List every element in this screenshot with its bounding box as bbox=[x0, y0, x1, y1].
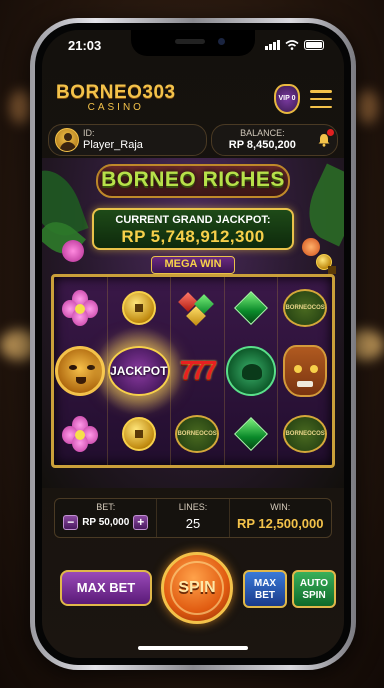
jackpot-label: CURRENT GRAND JACKPOT: bbox=[115, 214, 271, 226]
reel-cell bbox=[54, 277, 108, 340]
balance-box[interactable]: BALANCE: RP 8,450,200 bbox=[210, 124, 338, 156]
lines-value: 25 bbox=[185, 516, 201, 531]
bet-stepper: − RP 50,000 + bbox=[55, 515, 156, 530]
phone-screen: 21:03 BORNEO303 CASINO VIP 0 ID: Player_… bbox=[42, 30, 344, 658]
gold-coin-icon bbox=[121, 416, 156, 451]
app-header: BORNEO303 CASINO VIP 0 bbox=[42, 78, 344, 122]
signal-icon bbox=[265, 40, 280, 50]
bet-value: RP 50,000 bbox=[82, 517, 130, 528]
emerald-icon bbox=[233, 416, 268, 451]
lines-label: LINES: bbox=[178, 502, 208, 512]
grand-jackpot-panel: CURRENT GRAND JACKPOT: RP 5,748,912,300 bbox=[92, 208, 294, 250]
orchid-flower-decoration bbox=[302, 238, 320, 256]
auto-spin-button[interactable]: AUTO SPIN bbox=[292, 570, 336, 608]
avatar-icon bbox=[55, 128, 79, 152]
phone-notch bbox=[131, 30, 255, 56]
phone-bezel: 21:03 BORNEO303 CASINO VIP 0 ID: Player_… bbox=[35, 23, 351, 665]
balance-label: BALANCE: bbox=[240, 128, 285, 138]
gems-icon bbox=[178, 291, 215, 327]
reel-cell bbox=[225, 277, 279, 340]
orchid-flower-decoration bbox=[62, 240, 84, 262]
vip-badge-icon[interactable]: VIP 0 bbox=[274, 84, 300, 114]
reel-cell bbox=[225, 339, 279, 403]
emerald-icon bbox=[233, 291, 268, 326]
reel-cell bbox=[225, 402, 279, 465]
brand-logo[interactable]: BORNEO303 CASINO bbox=[56, 82, 176, 113]
reel-cell: BORNEOCOS bbox=[278, 277, 332, 340]
hamburger-menu-icon[interactable] bbox=[310, 90, 332, 108]
reel-cell bbox=[278, 340, 332, 403]
bet-increase-button[interactable]: + bbox=[133, 515, 149, 530]
orchid-icon bbox=[62, 415, 99, 452]
player-info-bar: ID: Player_Raja BALANCE: RP 8,450,200 bbox=[48, 124, 338, 156]
gold-coin-decoration bbox=[316, 254, 336, 274]
triple-seven-icon: 777 bbox=[179, 355, 217, 386]
jackpot-icon: JACKPOT bbox=[107, 345, 170, 396]
lines-control[interactable]: LINES: 25 bbox=[157, 499, 230, 537]
player-id-label: ID: bbox=[83, 128, 95, 138]
reel-cell bbox=[108, 402, 171, 465]
mega-win-banner: MEGA WIN bbox=[151, 256, 235, 274]
orchid-icon bbox=[62, 290, 99, 327]
wifi-icon bbox=[285, 40, 299, 50]
reel-cell: BORNEOCOS bbox=[171, 402, 225, 465]
win-label: WIN: bbox=[270, 502, 291, 512]
reel-cell bbox=[54, 402, 108, 465]
player-id-box[interactable]: ID: Player_Raja bbox=[48, 124, 207, 156]
dragon-icon bbox=[225, 345, 276, 396]
reel-cell: 777 bbox=[171, 339, 225, 403]
gold-coin-icon bbox=[121, 291, 156, 326]
game-title: BORNEO RICHES bbox=[101, 168, 285, 191]
reel-cell: BORNEOCOS bbox=[278, 402, 332, 465]
spin-button[interactable]: SPIN bbox=[161, 552, 233, 624]
jackpot-value: RP 5,748,912,300 bbox=[121, 227, 265, 246]
scatter-icon: BORNEOCOS bbox=[283, 289, 328, 328]
status-time: 21:03 bbox=[68, 38, 102, 53]
tribal-mask-icon bbox=[283, 344, 328, 397]
win-display: WIN: RP 12,500,000 bbox=[230, 499, 331, 537]
home-indicator[interactable] bbox=[138, 646, 248, 650]
player-id-value: Player_Raja bbox=[83, 139, 143, 151]
balance-value: RP 8,450,200 bbox=[228, 139, 296, 151]
reel-cell: JACKPOT bbox=[93, 325, 184, 416]
battery-icon bbox=[304, 40, 324, 50]
bet-label: BET: bbox=[96, 502, 116, 512]
phone-frame: 21:03 BORNEO303 CASINO VIP 0 ID: Player_… bbox=[30, 18, 356, 670]
scatter-icon: BORNEOCOS bbox=[283, 414, 328, 453]
reel-cell bbox=[171, 277, 225, 340]
slot-reels[interactable]: BORNEOCOS JACKPOT 777 BORNEOCOS BORNEOCO… bbox=[51, 274, 335, 468]
brand-name: BORNEO303 bbox=[56, 82, 176, 103]
max-bet-small-button[interactable]: MAX BET bbox=[243, 570, 287, 608]
slot-game-area: BORNEO RICHES CURRENT GRAND JACKPOT: RP … bbox=[42, 158, 344, 488]
max-bet-button[interactable]: MAX BET bbox=[60, 570, 152, 606]
bet-decrease-button[interactable]: − bbox=[63, 515, 79, 530]
bet-control: BET: − RP 50,000 + bbox=[55, 499, 158, 537]
action-buttons: MAX BET SPIN MAX BET AUTO SPIN bbox=[42, 550, 344, 634]
scatter-icon: BORNEOCOS bbox=[175, 414, 220, 453]
background-lamp bbox=[10, 90, 32, 124]
status-icons bbox=[265, 40, 324, 50]
notification-dot bbox=[327, 129, 334, 136]
bet-controls-bar: BET: − RP 50,000 + LINES: 25 WIN: RP 12,… bbox=[54, 498, 332, 538]
win-value: RP 12,500,000 bbox=[237, 516, 324, 531]
background-lamp bbox=[356, 90, 378, 124]
